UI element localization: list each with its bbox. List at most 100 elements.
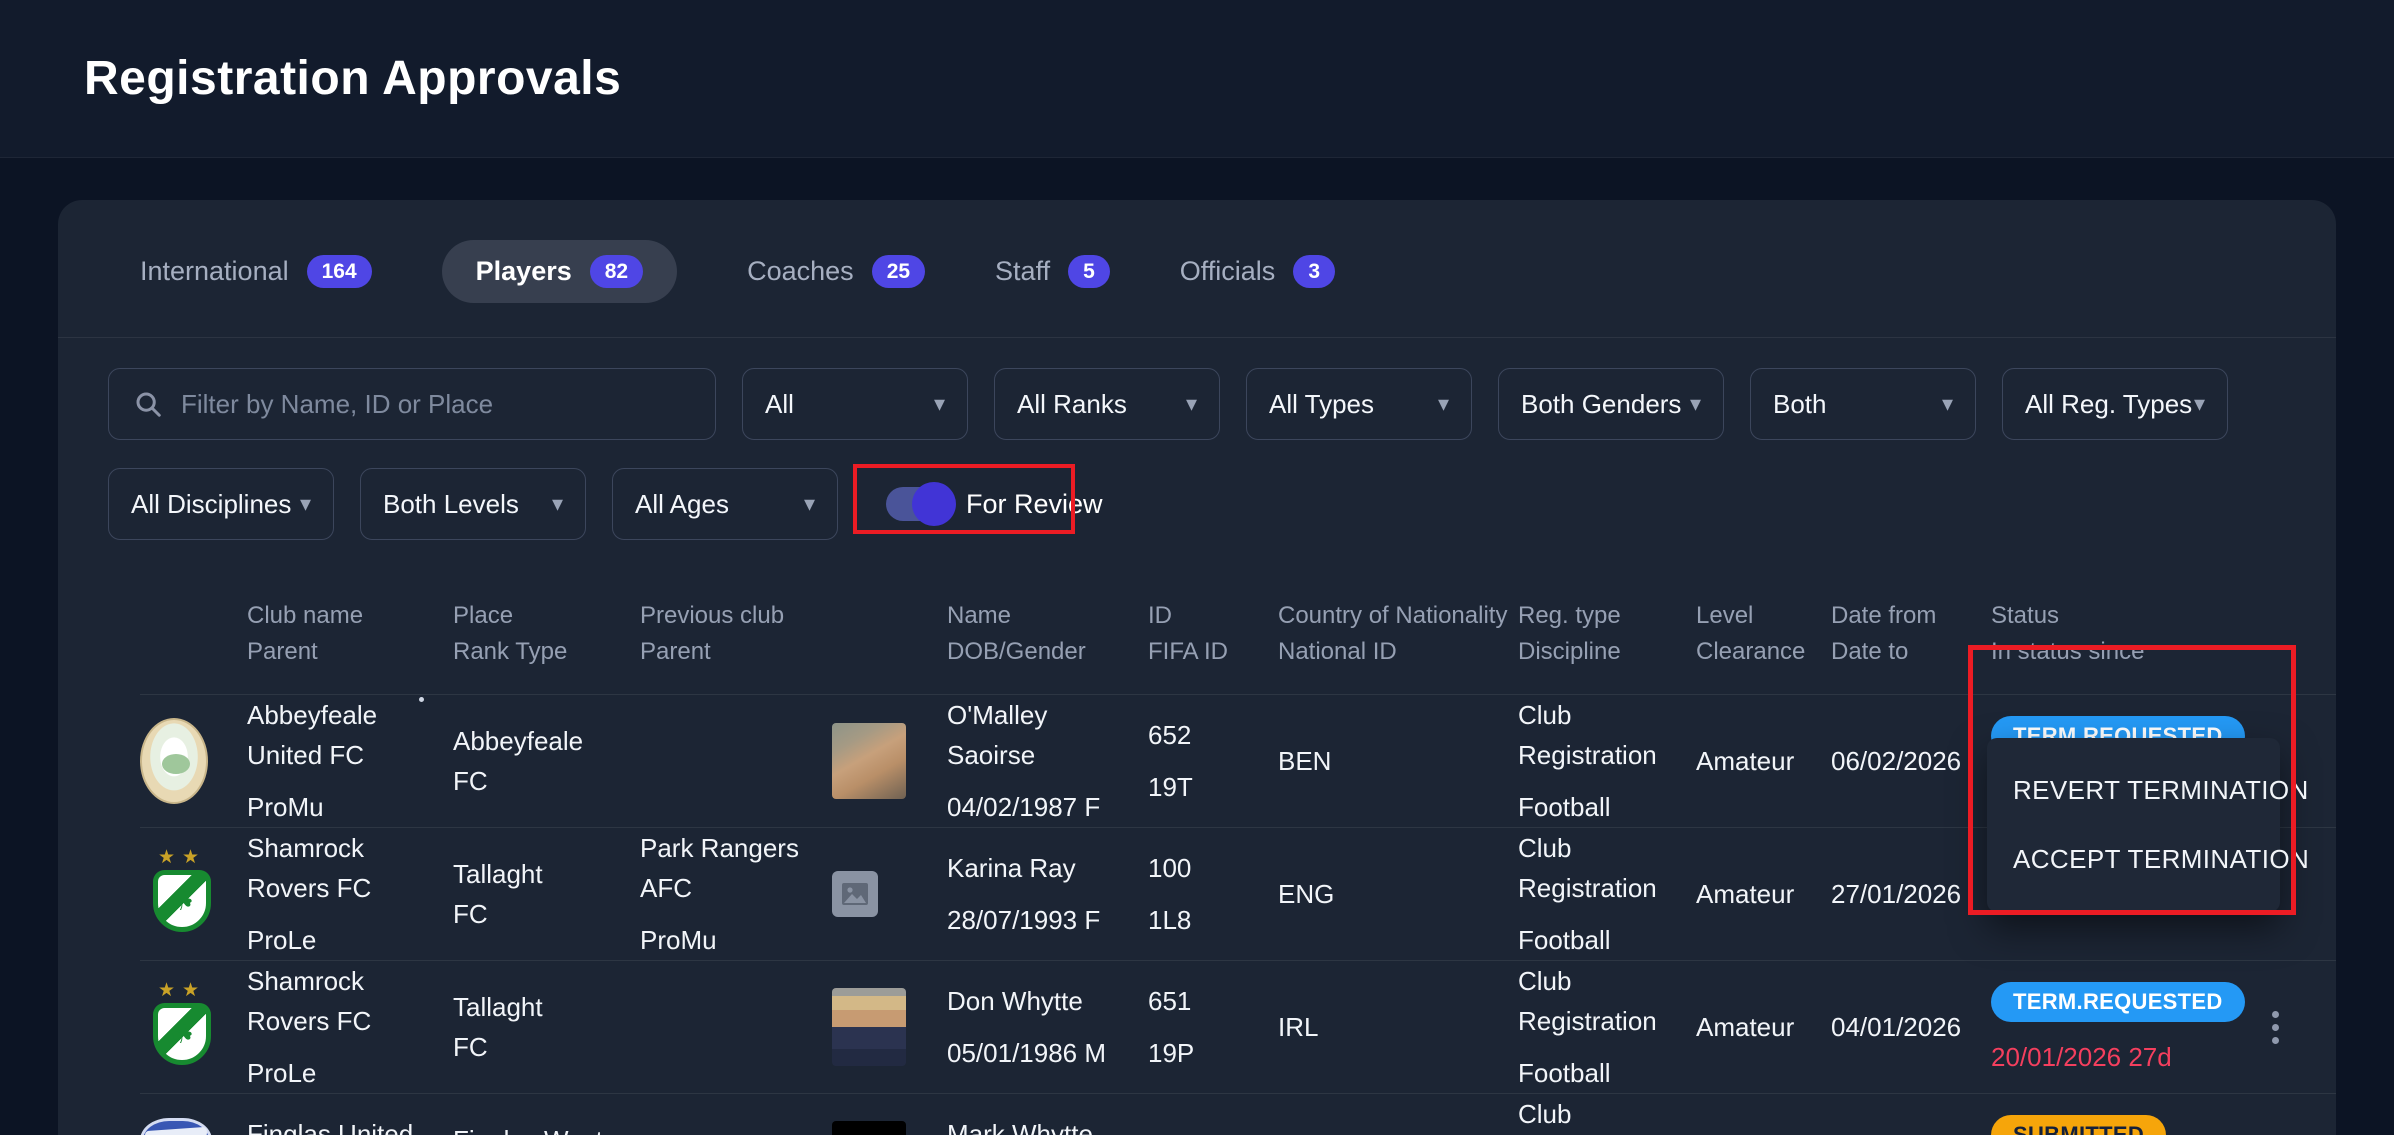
tab-staff-count-badge: 5 [1068,255,1110,288]
select-all[interactable]: All ▾ [742,368,968,440]
menu-item-accept-termination[interactable]: ACCEPT TERMINATION [2013,844,2280,875]
club-parent: ProLe [247,1053,453,1093]
col-id: ID FIFA ID [1148,598,1278,670]
tab-coaches[interactable]: Coaches 25 [747,240,925,303]
table-row: ★★ ☘ Shamrock Rovers FC ProLe Tallaght F… [140,960,2336,1093]
place: Abbeyfeale FC [453,721,640,801]
tab-coaches-count-badge: 25 [872,255,925,288]
player-id: 652 [1148,715,1278,755]
select-all-ranks[interactable]: All Ranks ▾ [994,368,1220,440]
player-name: Don Whytte [947,981,1148,1021]
select-both[interactable]: Both ▾ [1750,368,1976,440]
chevron-down-icon: ▾ [1942,391,1953,417]
chevron-down-icon: ▾ [1690,391,1701,417]
col-name: Name DOB/Gender [947,598,1148,670]
tab-international[interactable]: International 164 [140,240,372,303]
player-id: 651 [1148,981,1278,1021]
tab-staff-label: Staff [995,256,1050,287]
reg-type: Club Registration [1518,828,1696,908]
discipline: Football [1518,1053,1696,1093]
player-name: Mark Whytte [947,1114,1148,1135]
select-both-genders[interactable]: Both Genders ▾ [1498,368,1724,440]
row-actions-kebab-icon[interactable] [2246,1011,2336,1044]
col-club-name: Club name Parent [247,598,453,670]
tab-staff[interactable]: Staff 5 [995,240,1110,303]
dob-gender: 04/02/1987 F [947,787,1148,827]
place: Finglas West FC [453,1120,640,1135]
select-all-disciplines[interactable]: All Disciplines ▾ [108,468,334,540]
dob-gender: 28/07/1993 F [947,900,1148,940]
for-review-toggle-label: For Review [966,489,1103,520]
date-from: 27/01/2026 [1831,874,1991,914]
termination-context-menu: REVERT TERMINATION ACCEPT TERMINATION [1987,738,2280,912]
club-name: Finglas United [247,1114,453,1135]
abbeyfeale-united-club-logo [140,718,208,804]
col-level: Level Clearance [1696,598,1831,670]
for-review-toggle[interactable] [886,487,950,521]
club-name: Shamrock Rovers FC [247,828,453,908]
image-placeholder-icon [841,882,869,906]
col-country: Country of Nationality National ID [1278,598,1518,670]
tab-coaches-label: Coaches [747,256,854,287]
select-all-reg-types[interactable]: All Reg. Types ▾ [2002,368,2228,440]
country: ENG [1278,874,1518,914]
dob-gender: 05/01/1986 M [947,1033,1148,1073]
fifa-id: 19P [1148,1033,1278,1073]
chevron-down-icon: ▾ [1438,391,1449,417]
tab-officials[interactable]: Officials 3 [1180,240,1335,303]
tab-players[interactable]: Players 82 [442,240,677,303]
tab-international-label: International [140,256,289,287]
chevron-down-icon: ▾ [2194,391,2205,417]
previous-club-parent: ProMu [640,920,832,960]
chevron-down-icon: ▾ [300,491,311,517]
shamrock-rovers-club-logo: ★★ ☘ [140,981,224,1073]
main-panel: International 164 Players 82 Coaches 25 … [58,200,2336,1135]
shamrock-rovers-club-logo: ★★ ☘ [140,848,224,940]
chevron-down-icon: ▾ [1186,391,1197,417]
search-input[interactable] [181,389,691,420]
player-photo [832,988,906,1066]
previous-club: Park Rangers AFC [640,828,832,908]
player-name: O'Malley Saoirse [947,695,1148,775]
discipline: Football [1518,920,1696,960]
fifa-id: 19T [1148,767,1278,807]
level: Amateur [1696,741,1831,781]
select-all-types[interactable]: All Types ▾ [1246,368,1472,440]
toggle-knob [912,482,956,526]
col-place: Place Rank Type [453,598,640,670]
table-header-row: Club name Parent Place Rank Type Previou… [140,580,2336,694]
chevron-down-icon: ▾ [934,391,945,417]
club-name: Shamrock Rovers FC [247,961,453,1041]
status-badge: TERM.REQUESTED [1991,982,2245,1022]
tab-international-count-badge: 164 [307,255,372,288]
filters-section: All ▾ All Ranks ▾ All Types ▾ Both Gende… [58,338,2336,540]
club-name: Abbeyfeale United FC [247,695,453,775]
in-status-since: 20/01/2026 27d [1991,1042,2172,1072]
country: IRL [1278,1007,1518,1047]
date-from: 06/02/2026 [1831,741,1991,781]
player-name: Karina Ray [947,848,1148,888]
tab-players-count-badge: 82 [590,255,643,288]
tab-players-label: Players [476,256,572,287]
select-all-ages[interactable]: All Ages ▾ [612,468,838,540]
level: Amateur [1696,874,1831,914]
level: Amateur [1696,1007,1831,1047]
col-previous-club: Previous club Parent [640,598,832,670]
search-icon [133,389,163,419]
app-header: Registration Approvals [0,0,2394,158]
select-both-levels[interactable]: Both Levels ▾ [360,468,586,540]
photo-placeholder [832,871,878,917]
place: Tallaght FC [453,854,640,934]
tab-officials-count-badge: 3 [1293,255,1335,288]
discipline: Football [1518,787,1696,827]
player-id: 100 [1148,848,1278,888]
col-status: Status In status since [1991,598,2246,670]
reg-type: Club Registration [1518,961,1696,1041]
col-reg-type: Reg. type Discipline [1518,598,1696,670]
search-box[interactable] [108,368,716,440]
player-photo [832,1121,906,1135]
player-photo [832,723,906,799]
menu-item-revert-termination[interactable]: REVERT TERMINATION [2013,775,2280,806]
place: Tallaght FC [453,987,640,1067]
table-row: Finglas United ProLe Finglas West FC Mar… [140,1093,2336,1135]
